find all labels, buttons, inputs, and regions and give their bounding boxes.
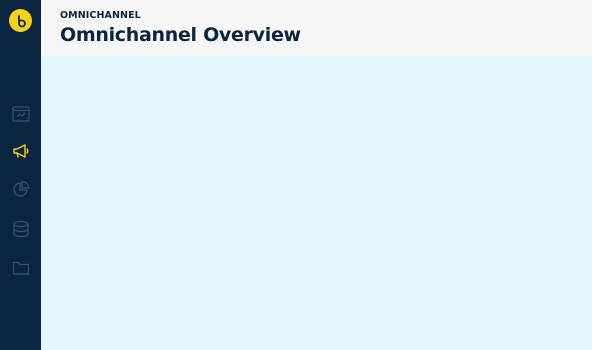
dashboard-icon [11, 106, 30, 122]
sidebar [0, 0, 41, 350]
app-window: OMNICHANNEL Omnichannel Overview [0, 0, 592, 350]
database-icon [12, 220, 29, 238]
page-title: Omnichannel Overview [60, 24, 301, 46]
content-area [41, 56, 592, 350]
sidebar-item-reports[interactable] [0, 174, 41, 204]
logo[interactable] [9, 9, 32, 32]
sidebar-item-files[interactable] [0, 253, 41, 283]
breadcrumb: OMNICHANNEL [60, 10, 141, 21]
sidebar-item-omnichannel[interactable] [0, 136, 41, 166]
sidebar-item-data[interactable] [0, 214, 41, 244]
sidebar-item-dashboard[interactable] [0, 99, 41, 129]
folder-icon [12, 261, 29, 275]
main-panel: OMNICHANNEL Omnichannel Overview [41, 0, 592, 350]
pie-chart-icon [12, 180, 29, 197]
brand-logo-icon [17, 14, 26, 27]
megaphone-icon [12, 144, 28, 158]
page-header: OMNICHANNEL Omnichannel Overview [41, 0, 592, 56]
